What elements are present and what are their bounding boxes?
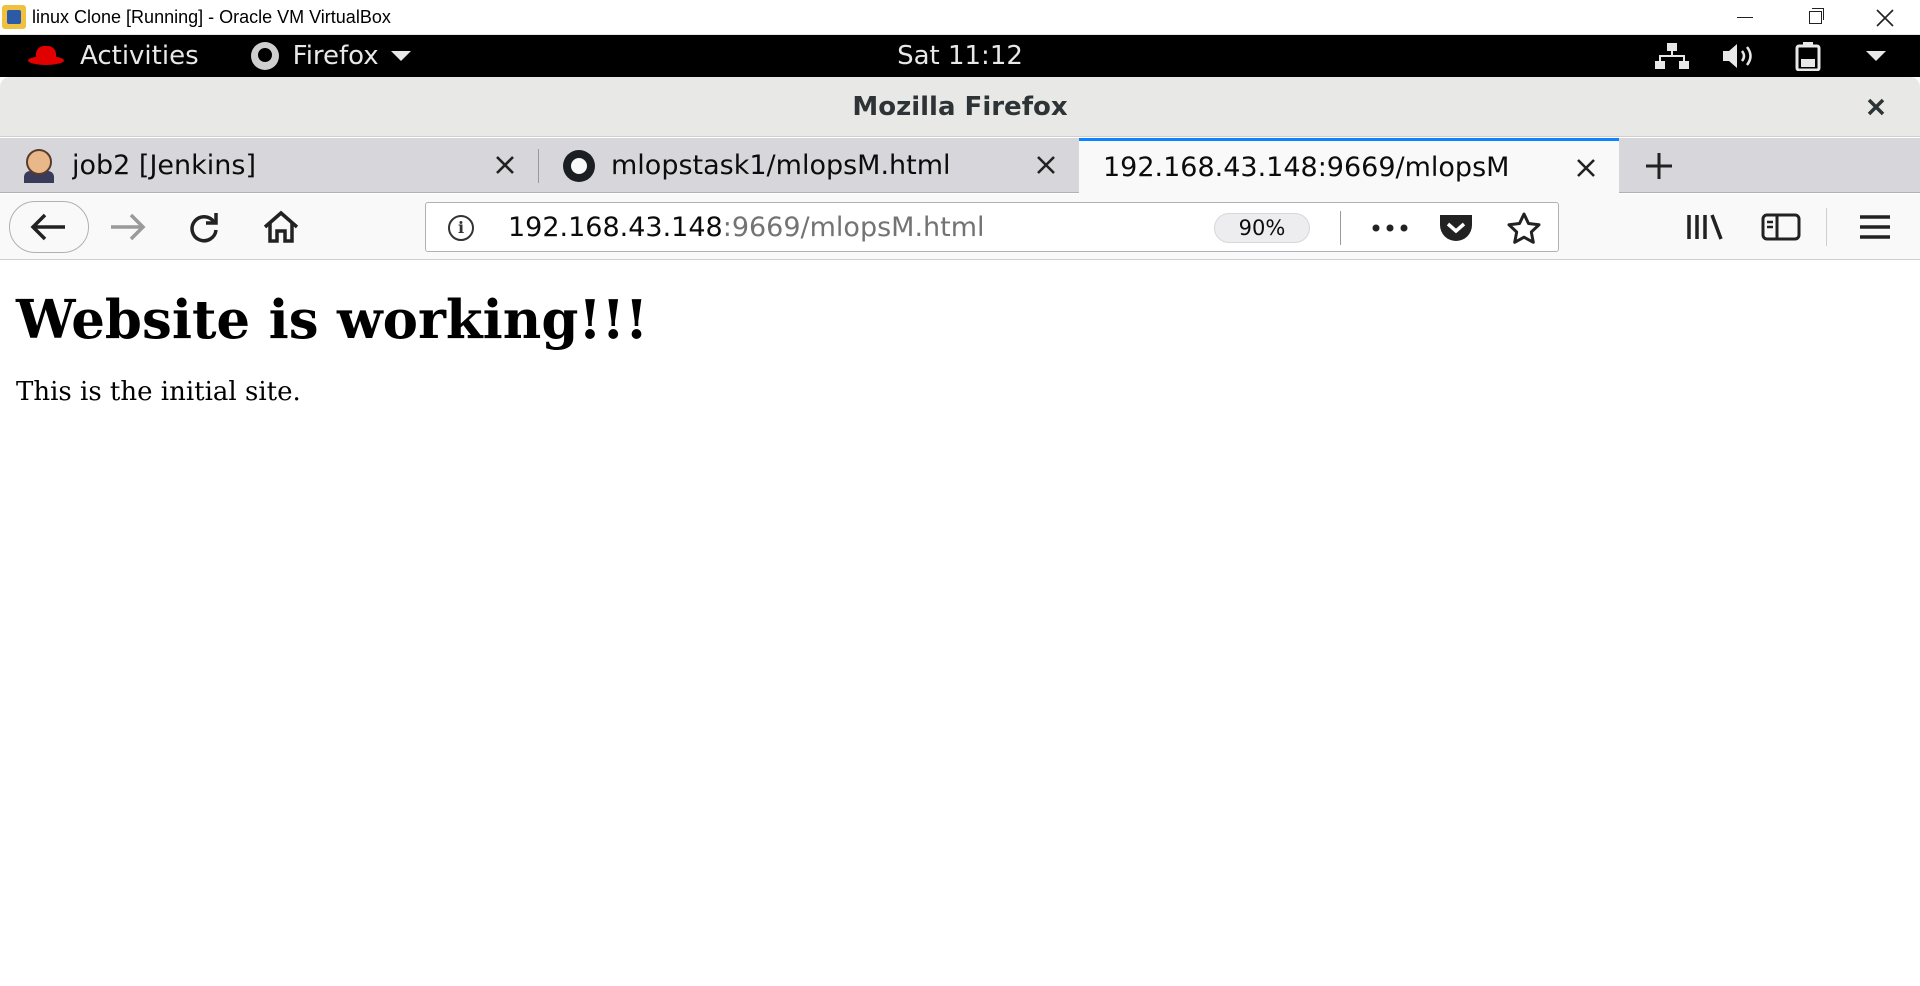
home-button[interactable] xyxy=(256,202,306,252)
app-menu-button[interactable]: Firefox xyxy=(250,41,411,71)
tab-label: mlopstask1/mlopsM.html xyxy=(611,150,951,181)
app-menu-label: Firefox xyxy=(292,41,379,71)
chevron-down-icon xyxy=(390,51,411,61)
back-button[interactable] xyxy=(9,201,89,253)
sidebar-icon xyxy=(1761,213,1801,241)
system-tray[interactable] xyxy=(1652,35,1896,77)
activities-button[interactable]: Activities xyxy=(80,41,199,71)
firefox-window-title: Mozilla Firefox xyxy=(852,92,1068,122)
firefox-window-header: Mozilla Firefox xyxy=(0,77,1920,137)
bookmark-star-button[interactable] xyxy=(1500,208,1548,248)
toolbar-separator xyxy=(1826,208,1827,246)
battery-icon[interactable] xyxy=(1788,35,1828,77)
page-content: Website is working!!! This is the initia… xyxy=(0,261,1920,986)
redhat-logo-icon xyxy=(28,45,64,67)
virtualbox-title-bar: linux Clone [Running] - Oracle VM Virtua… xyxy=(0,0,1920,35)
hamburger-menu-icon xyxy=(1860,215,1890,239)
tab-active-site[interactable]: 192.168.43.148:9669/mlopsM xyxy=(1079,138,1619,194)
plus-icon xyxy=(1646,152,1672,179)
page-paragraph: This is the initial site. xyxy=(16,377,301,407)
restore-button[interactable] xyxy=(1780,0,1850,35)
forward-button[interactable] xyxy=(102,202,152,252)
tab-close-button[interactable] xyxy=(1569,151,1603,185)
gnome-top-bar: Activities Firefox Sat 11:12 xyxy=(0,35,1920,77)
url-path: :9669/mlopsM.html xyxy=(722,212,985,243)
tab-strip: job2 [Jenkins] mlopstask1/mlopsM.html 19… xyxy=(0,138,1920,194)
library-button[interactable] xyxy=(1680,202,1730,252)
sidebar-toggle-button[interactable] xyxy=(1756,202,1806,252)
jenkins-icon xyxy=(22,148,56,183)
url-bar[interactable]: i 192.168.43.148:9669/mlopsM.html 90% xyxy=(425,202,1559,252)
close-icon xyxy=(496,156,514,174)
restore-icon xyxy=(1808,8,1824,24)
close-icon xyxy=(1867,98,1885,116)
star-icon xyxy=(1507,212,1541,244)
network-icon[interactable] xyxy=(1652,35,1692,77)
url-bar-separator xyxy=(1340,211,1341,245)
reload-button[interactable] xyxy=(179,202,229,252)
close-icon xyxy=(1876,8,1894,27)
minimize-icon xyxy=(1737,17,1753,18)
tab-close-button[interactable] xyxy=(1029,148,1063,182)
pocket-button[interactable] xyxy=(1432,208,1480,248)
library-icon xyxy=(1687,214,1723,240)
close-icon xyxy=(1577,159,1595,177)
site-info-icon[interactable]: i xyxy=(448,215,474,241)
virtualbox-icon xyxy=(2,5,26,29)
tab-label: job2 [Jenkins] xyxy=(72,150,256,181)
firefox-close-button[interactable] xyxy=(1860,91,1892,123)
github-icon xyxy=(563,149,595,182)
url-text[interactable]: 192.168.43.148:9669/mlopsM.html xyxy=(508,203,985,253)
url-host: 192.168.43.148 xyxy=(508,212,723,243)
window-controls xyxy=(1710,0,1920,35)
window-title: linux Clone [Running] - Oracle VM Virtua… xyxy=(32,6,391,27)
volume-icon[interactable] xyxy=(1720,35,1760,77)
tab-close-button[interactable] xyxy=(488,148,522,182)
back-arrow-icon xyxy=(30,213,65,241)
system-menu-chevron-icon[interactable] xyxy=(1856,35,1896,77)
tab-github[interactable]: mlopstask1/mlopsM.html xyxy=(539,138,1079,193)
page-actions-button[interactable] xyxy=(1366,208,1414,248)
tab-jenkins[interactable]: job2 [Jenkins] xyxy=(0,138,538,193)
pocket-icon xyxy=(1440,215,1472,241)
close-window-button[interactable] xyxy=(1850,0,1920,35)
navigation-toolbar: i 192.168.43.148:9669/mlopsM.html 90% xyxy=(0,194,1920,260)
firefox-icon xyxy=(250,42,279,70)
zoom-reset-button[interactable]: 90% xyxy=(1214,213,1310,243)
forward-arrow-icon xyxy=(111,213,146,241)
page-heading: Website is working!!! xyxy=(16,289,649,351)
tab-label: 192.168.43.148:9669/mlopsM xyxy=(1103,152,1510,183)
home-icon xyxy=(263,210,299,243)
open-menu-button[interactable] xyxy=(1850,202,1900,252)
reload-icon xyxy=(190,213,218,243)
more-dots-icon xyxy=(1372,224,1408,232)
new-tab-button[interactable] xyxy=(1624,138,1694,193)
minimize-button[interactable] xyxy=(1710,0,1780,35)
close-icon xyxy=(1037,156,1055,174)
